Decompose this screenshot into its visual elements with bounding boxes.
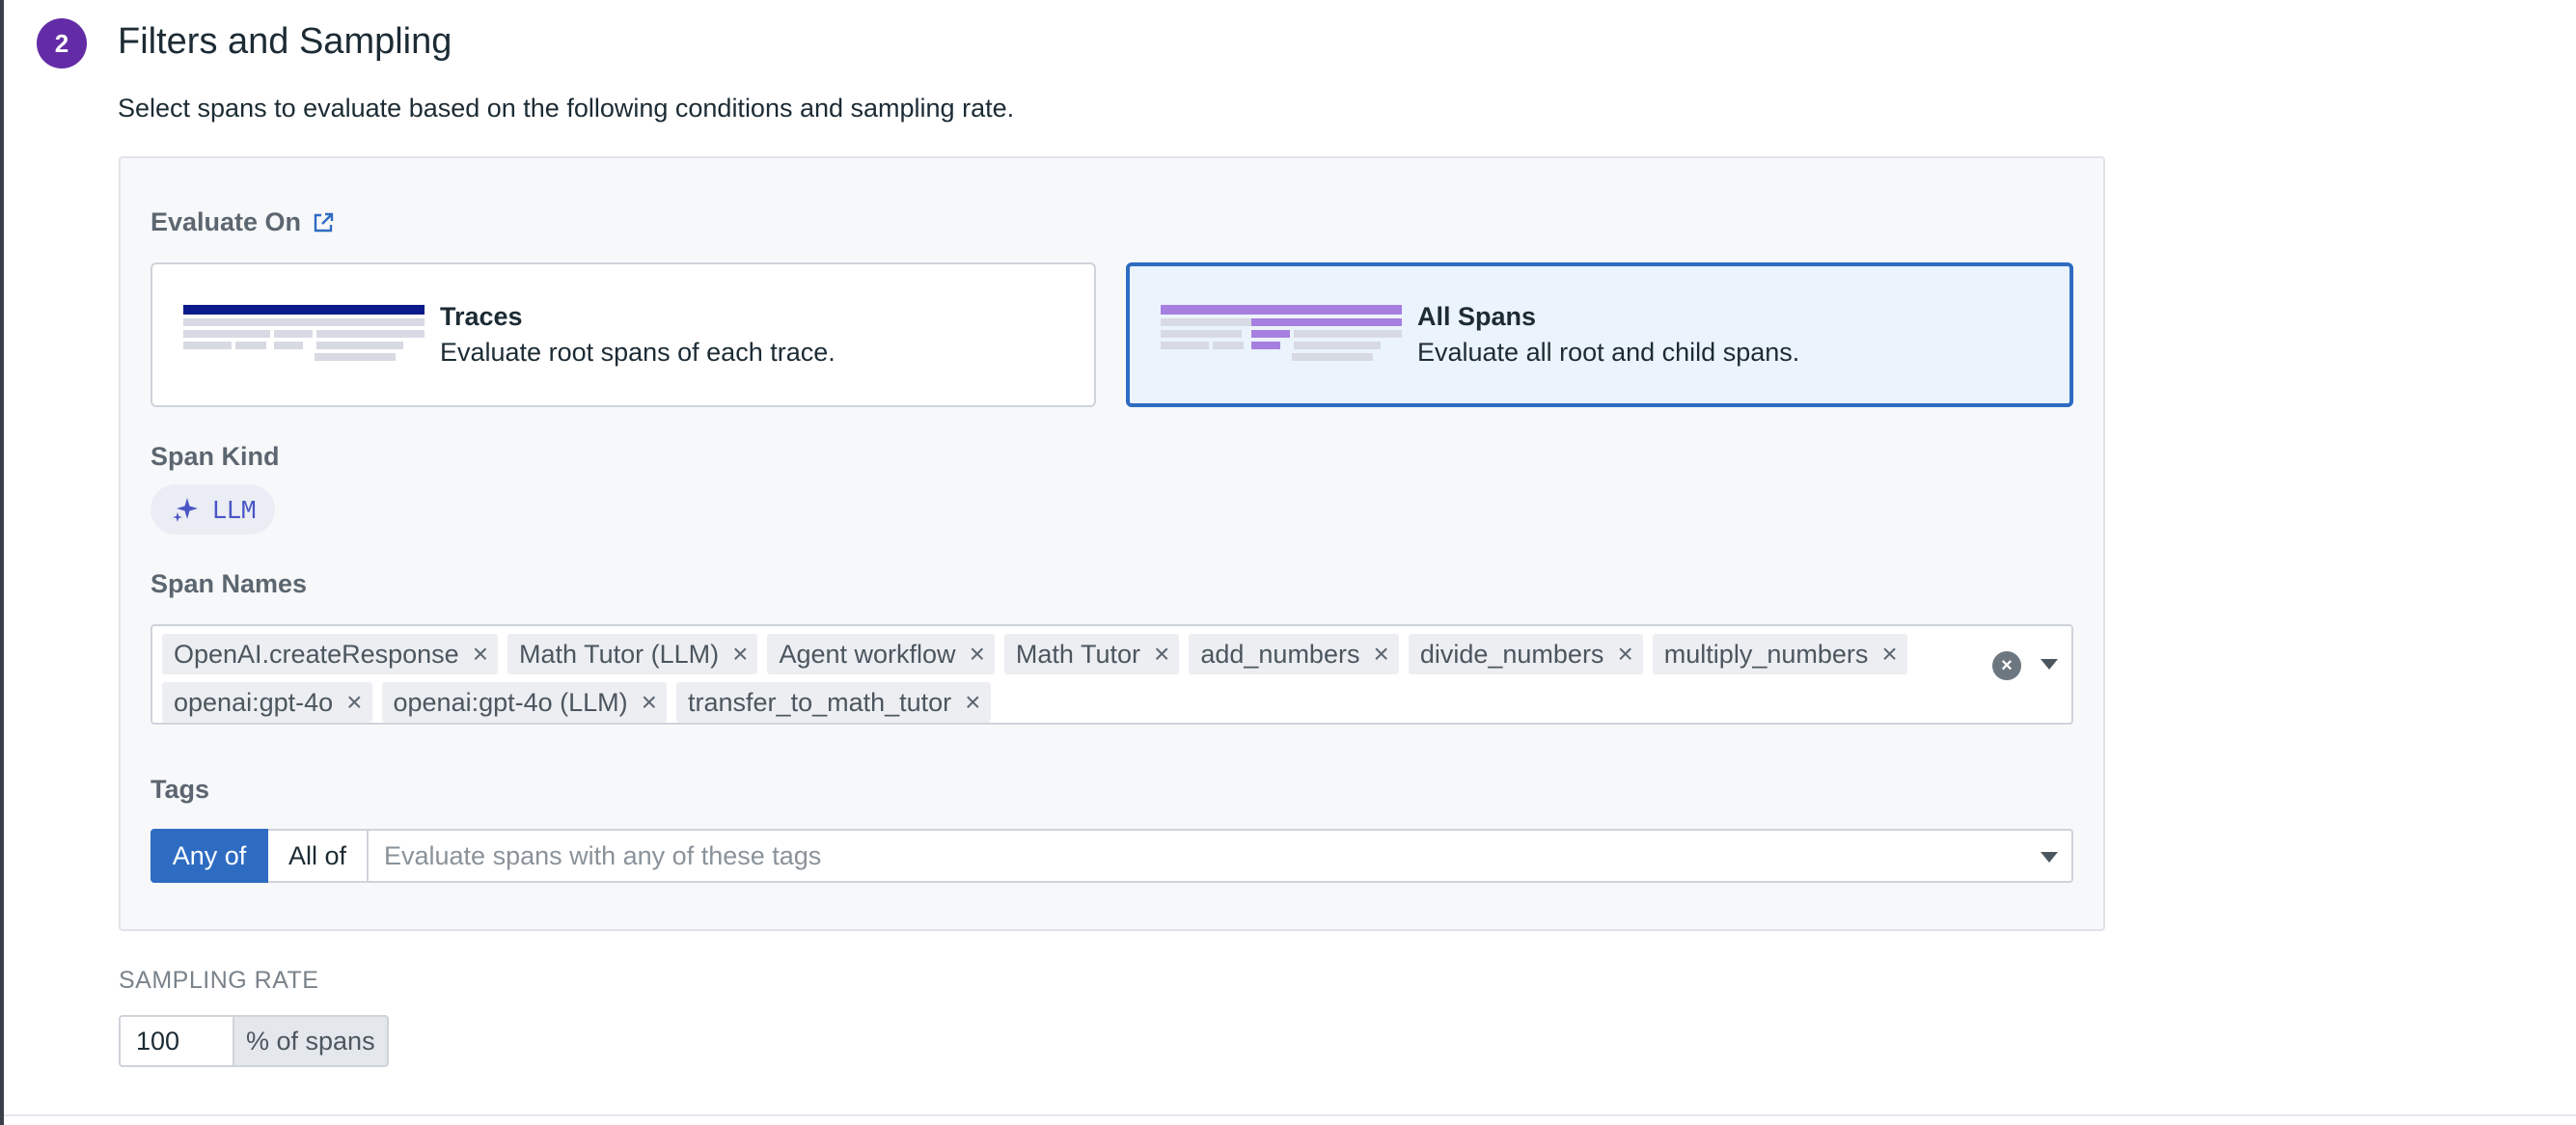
- sampling-rate-control: % of spans: [119, 1015, 389, 1067]
- step-badge: 2: [37, 18, 87, 69]
- tags-placeholder: Evaluate spans with any of these tags: [384, 840, 822, 870]
- chevron-down-icon[interactable]: [2041, 852, 2058, 863]
- span-names-multiselect[interactable]: OpenAI.createResponse × Math Tutor (LLM) ×…: [151, 624, 2073, 725]
- all-spans-option-card[interactable]: All Spans Evaluate all root and child sp…: [1126, 262, 2073, 407]
- chevron-down-icon[interactable]: [2041, 659, 2058, 670]
- span-kind-llm-pill[interactable]: LLM: [151, 484, 276, 535]
- remove-chip-icon[interactable]: ×: [732, 641, 748, 668]
- remove-chip-icon[interactable]: ×: [965, 689, 980, 716]
- chip-label: transfer_to_math_tutor: [688, 687, 952, 717]
- remove-chip-icon[interactable]: ×: [970, 641, 985, 668]
- all-of-toggle-button[interactable]: All of: [268, 829, 369, 883]
- remove-chip-icon[interactable]: ×: [346, 689, 362, 716]
- any-of-toggle-button[interactable]: Any of: [151, 829, 268, 883]
- all-spans-option-title: All Spans: [1417, 302, 1537, 331]
- span-kind-value: LLM: [212, 495, 257, 524]
- clear-all-icon[interactable]: ×: [1992, 651, 2021, 680]
- span-name-chip: multiply_numbers ×: [1652, 634, 1907, 674]
- left-edge-rule: [0, 0, 4, 1125]
- all-spans-illustration-icon: [1161, 305, 1402, 361]
- chip-label: Math Tutor (LLM): [519, 639, 720, 669]
- traces-option-title: Traces: [440, 302, 523, 331]
- span-name-chip: openai:gpt-4o (LLM) ×: [381, 682, 668, 723]
- sparkle-icon: [173, 498, 198, 522]
- span-name-chip: openai:gpt-4o ×: [162, 682, 372, 723]
- chip-label: multiply_numbers: [1663, 639, 1869, 669]
- sampling-rate-label: SAMPLING RATE: [119, 967, 319, 994]
- span-name-chip: transfer_to_math_tutor ×: [676, 682, 991, 723]
- external-link-icon[interactable]: [311, 210, 336, 235]
- span-name-chip: add_numbers ×: [1189, 634, 1399, 674]
- span-names-label: Span Names: [151, 569, 308, 598]
- span-name-chip: Math Tutor (LLM) ×: [507, 634, 758, 674]
- remove-chip-icon[interactable]: ×: [642, 689, 657, 716]
- section-divider: [4, 1114, 2576, 1116]
- tags-control: Any of All of Evaluate spans with any of…: [151, 829, 2073, 883]
- span-name-chip: divide_numbers ×: [1408, 634, 1643, 674]
- chip-label: openai:gpt-4o (LLM): [393, 687, 628, 717]
- span-name-chip: OpenAI.createResponse ×: [162, 634, 499, 674]
- span-name-chip: Math Tutor ×: [1003, 634, 1180, 674]
- span-name-chip: Agent workflow ×: [767, 634, 995, 674]
- remove-chip-icon[interactable]: ×: [1617, 641, 1632, 668]
- remove-chip-icon[interactable]: ×: [1373, 641, 1388, 668]
- evaluate-on-label: Evaluate On: [151, 207, 336, 237]
- traces-option-description: Evaluate root spans of each trace.: [440, 338, 836, 367]
- all-spans-option-description: Evaluate all root and child spans.: [1417, 338, 1800, 367]
- sampling-rate-input[interactable]: [119, 1015, 234, 1067]
- chip-label: add_numbers: [1200, 639, 1360, 669]
- section-subtitle: Select spans to evaluate based on the fo…: [118, 94, 1015, 123]
- remove-chip-icon[interactable]: ×: [1881, 641, 1897, 668]
- chip-label: Agent workflow: [779, 639, 956, 669]
- chip-label: divide_numbers: [1419, 639, 1604, 669]
- span-kind-label: Span Kind: [151, 442, 280, 471]
- evaluate-on-label-text: Evaluate On: [151, 207, 302, 236]
- chip-label: openai:gpt-4o: [174, 687, 334, 717]
- sampling-unit-addon: % of spans: [234, 1015, 389, 1067]
- traces-illustration-icon: [183, 305, 425, 361]
- remove-chip-icon[interactable]: ×: [1154, 641, 1169, 668]
- chip-label: Math Tutor: [1015, 639, 1140, 669]
- tags-select-input[interactable]: Evaluate spans with any of these tags: [369, 829, 2073, 883]
- chip-label: OpenAI.createResponse: [174, 639, 459, 669]
- traces-option-card[interactable]: Traces Evaluate root spans of each trace…: [151, 262, 1096, 407]
- tags-label: Tags: [151, 775, 210, 804]
- section-title: Filters and Sampling: [118, 21, 452, 62]
- remove-chip-icon[interactable]: ×: [473, 641, 488, 668]
